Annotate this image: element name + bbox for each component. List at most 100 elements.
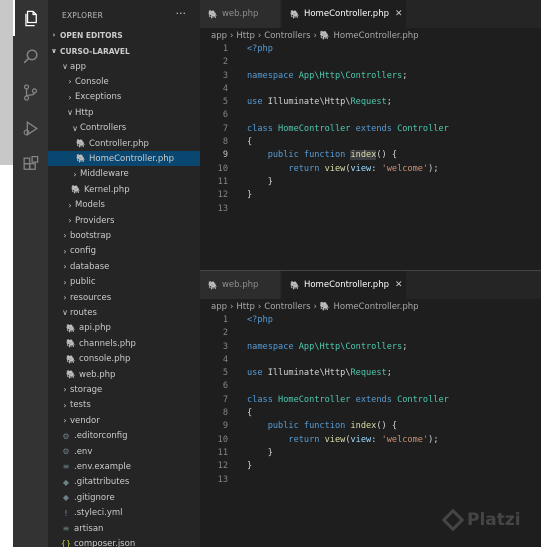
tree-item[interactable]: › resources [48,290,200,305]
line-source: } [247,447,273,460]
run-debug-activity[interactable] [13,110,48,146]
tree-item[interactable]: › database [48,259,200,274]
breadcrumb-item[interactable]: Http [236,302,254,312]
code-token: extends [355,394,398,405]
tree-item-label: .env [74,446,93,457]
tree-item[interactable]: 🐘 HomeController.php [48,151,200,167]
tree-item[interactable]: › storage [48,382,200,397]
breadcrumb-item[interactable]: HomeController.php [334,31,419,41]
tree-item[interactable]: 🐘 console.php [48,352,200,367]
tree-item[interactable]: ⚙ .env [48,444,200,459]
code-editor[interactable]: 1 <?php 2 3 namespace App\Http\Controllers; 4… [200,314,541,487]
tree-item-label: channels.php [79,338,136,349]
code-token: } [247,461,253,472]
source-control-activity[interactable] [13,74,48,110]
editor-tab[interactable]: 🐘 HomeController.php ✕ [282,0,406,28]
tree-item[interactable]: ∨ app [48,59,200,74]
editor-tab[interactable]: 🐘 web.php [200,271,280,299]
breadcrumb-item[interactable]: HomeController.php [334,302,419,312]
breadcrumb-item[interactable]: Controllers [264,302,310,312]
code-token: ); [428,434,439,445]
tree-item[interactable]: › Providers [48,213,200,228]
tree-item[interactable]: ⚙ .editorconfig [48,429,200,444]
code-token: { [247,408,253,419]
line-source: public function index() { [247,420,397,433]
activity-bar [13,0,48,547]
code-line: 2 [200,56,541,69]
tree-item[interactable]: › Console [48,74,200,89]
tree-item[interactable]: ∨ routes [48,305,200,320]
line-number: 10 [217,163,228,174]
editor-tab[interactable]: 🐘 HomeController.php ✕ [282,271,406,299]
breadcrumb-item[interactable]: app [211,31,227,41]
text-file-icon: ≡ [62,524,70,533]
code-token: ; [402,341,408,352]
tree-item[interactable]: › bootstrap [48,228,200,243]
tree-item[interactable]: › Models [48,198,200,213]
tree-item-label: .gitattributes [74,477,130,488]
close-icon[interactable]: ✕ [395,280,403,290]
tree-item[interactable]: ≡ artisan [48,521,200,536]
search-icon [23,48,38,63]
tree-item-label: console.php [79,354,131,365]
tree-item[interactable]: ◆ .gitignore [48,490,200,505]
chevron-right-icon: › [230,302,234,312]
tree-item[interactable]: 🐘 Controller.php [48,136,200,151]
code-token: HomeController [278,394,356,405]
editor-tab[interactable]: 🐘 web.php [200,0,280,28]
chevron-right-icon: › [68,216,72,225]
tree-item[interactable]: › Middleware [48,167,200,182]
project-section[interactable]: ∨ CURSO-LARAVEL [48,44,200,58]
tree-item[interactable]: › Exceptions [48,90,200,105]
tree-item[interactable]: 🐘 api.php [48,321,200,336]
tree-item[interactable]: ∨ Http [48,105,200,120]
more-actions-icon[interactable]: ··· [176,7,187,20]
explorer-activity[interactable] [13,0,48,36]
search-activity[interactable] [13,38,48,74]
code-line: 5 use Illuminate\Http\Request; [200,96,541,109]
close-icon[interactable]: ✕ [395,9,403,19]
code-token: index [350,421,377,432]
breadcrumb-item[interactable]: Http [236,31,254,41]
open-editors-section[interactable]: › OPEN EDITORS [48,28,200,42]
tree-item[interactable]: ∨ Controllers [48,121,200,136]
chevron-right-icon: › [68,200,72,210]
breadcrumb-item[interactable]: Controllers [264,31,310,41]
php-file-icon: 🐘 [319,302,331,312]
code-line: 8{ [200,136,541,149]
tree-item[interactable]: › vendor [48,413,200,428]
tree-item[interactable]: 🐘 Kernel.php [48,182,200,197]
code-token: : [371,434,382,445]
tree-item-label: Providers [75,215,115,226]
tree-item[interactable]: ≡ .env.example [48,459,200,474]
line-number: 6 [222,110,228,121]
code-editor[interactable]: 1 <?php 2 3 namespace App\Http\Controllers; 4… [200,43,541,216]
code-line: 10 return view(view: 'welcome'); [200,434,541,447]
tree-item-label: .env.example [74,461,131,472]
code-token: namespace [247,341,299,352]
tree-item[interactable]: ◆ .gitattributes [48,475,200,490]
tree-item[interactable]: › tests [48,398,200,413]
code-token: return [247,434,325,445]
tree-item[interactable]: › public [48,275,200,290]
line-source: } [247,189,252,202]
line-number: 10 [217,434,228,445]
tree-item[interactable]: {} composer.json [48,536,200,547]
code-line: 9 public function index() { [200,149,541,162]
code-token: extends [355,123,398,134]
tree-item[interactable]: 🐘 channels.php [48,336,200,351]
breadcrumb-item[interactable]: app [211,302,227,312]
editor-area: 🐘 web.php 🐘 HomeController.php ✕ app › Http › Con… [200,0,541,547]
left-edge [0,0,13,547]
tab-bar: 🐘 web.php 🐘 HomeController.php ✕ [200,0,541,28]
line-number: 1 [222,44,228,54]
tree-item[interactable]: › config [48,244,200,259]
code-token: App\Http\Controllers [298,70,403,81]
source-control-icon [23,83,38,101]
tree-item-label: Models [75,200,105,211]
pane-divider[interactable] [200,270,541,271]
extensions-activity[interactable] [13,146,48,182]
tree-item[interactable]: 🐘 web.php [48,367,200,382]
tree-item[interactable]: ! .styleci.yml [48,506,200,521]
tree-item-label: Console [75,76,109,87]
